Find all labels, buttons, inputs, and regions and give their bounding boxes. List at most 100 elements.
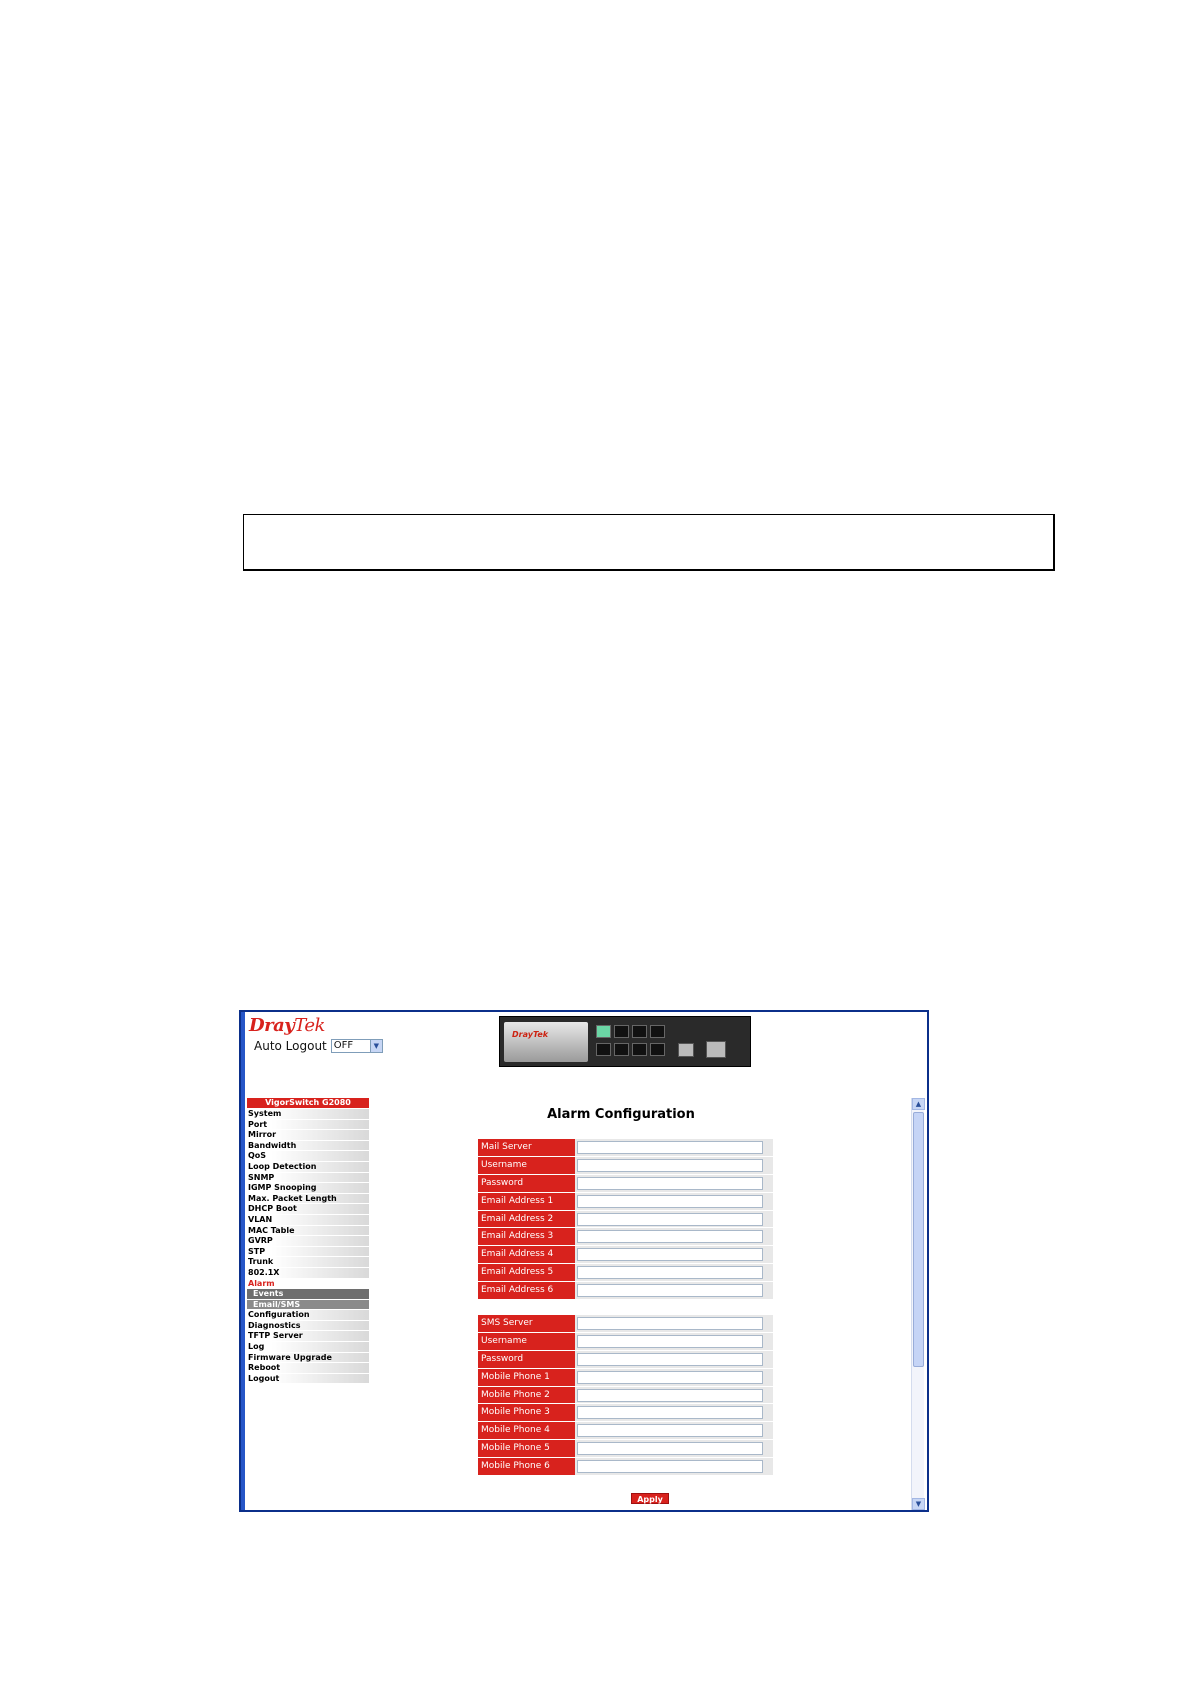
sidebar-subitem-email-sms[interactable]: Email/SMS [247, 1299, 369, 1311]
port-icon [650, 1025, 665, 1038]
sidebar-item-trunk[interactable]: Trunk [247, 1257, 369, 1268]
sidebar-item-dhcp-boot[interactable]: DHCP Boot [247, 1204, 369, 1215]
sidebar-item-stp[interactable]: STP [247, 1246, 369, 1258]
form-row: SMS Server [478, 1315, 773, 1333]
chevron-down-icon[interactable]: ▼ [369, 1040, 382, 1052]
form-row: Mobile Phone 3 [478, 1404, 773, 1423]
field-label: Password [478, 1350, 575, 1369]
field-label: Email Address 4 [478, 1246, 575, 1265]
field-cell [575, 1315, 773, 1333]
username-input[interactable] [577, 1334, 763, 1348]
field-cell [575, 1264, 773, 1283]
sfp-port-icon [706, 1041, 726, 1058]
form-row: Password [478, 1350, 773, 1369]
sidebar-item-igmp-snooping[interactable]: IGMP Snooping [247, 1183, 369, 1194]
form-row: Username [478, 1332, 773, 1351]
scrollbar-thumb[interactable] [913, 1112, 924, 1367]
device-front-plate: DrayTek [504, 1022, 588, 1062]
form-row: Email Address 4 [478, 1246, 773, 1265]
sidebar-item-loop-detection[interactable]: Loop Detection [247, 1161, 369, 1173]
page-title: Alarm Configuration [547, 1107, 695, 1122]
mobile-phone-4-input[interactable] [577, 1424, 763, 1438]
field-cell [575, 1368, 773, 1387]
mobile-phone-3-input[interactable] [577, 1406, 763, 1420]
field-cell [575, 1228, 773, 1247]
field-label: Mobile Phone 1 [478, 1368, 575, 1387]
field-label: Password [478, 1174, 575, 1193]
mobile-phone-1-input[interactable] [577, 1370, 763, 1384]
sidebar-item-bandwidth[interactable]: Bandwidth [247, 1140, 369, 1152]
form-row: Password [478, 1174, 773, 1193]
sidebar-item-configuration[interactable]: Configuration [247, 1310, 369, 1321]
auto-logout-label: Auto Logout [254, 1039, 327, 1053]
sidebar-item-firmware-upgrade[interactable]: Firmware Upgrade [247, 1352, 369, 1364]
draytek-logo: DrayTek [249, 1015, 325, 1036]
mobile-phone-2-input[interactable] [577, 1388, 763, 1402]
field-label: Mobile Phone 3 [478, 1404, 575, 1423]
sidebar-item-alarm[interactable]: Alarm [247, 1278, 369, 1290]
sidebar-item-mirror[interactable]: Mirror [247, 1130, 369, 1141]
field-label: Username [478, 1156, 575, 1175]
scroll-down-icon[interactable]: ▼ [912, 1498, 925, 1510]
email-address-3-input[interactable] [577, 1230, 763, 1244]
mobile-phone-6-input[interactable] [577, 1460, 763, 1474]
email-address-6-input[interactable] [577, 1284, 763, 1298]
sidebar-item-snmp[interactable]: SNMP [247, 1172, 369, 1184]
field-label: Username [478, 1332, 575, 1351]
sidebar-item-logout[interactable]: Logout [247, 1373, 369, 1385]
password-input[interactable] [577, 1352, 763, 1366]
field-cell [575, 1139, 773, 1157]
field-cell [575, 1210, 773, 1229]
email-address-4-input[interactable] [577, 1248, 763, 1262]
scroll-up-icon[interactable]: ▲ [912, 1098, 925, 1110]
sidebar-item-diagnostics[interactable]: Diagnostics [247, 1320, 369, 1332]
field-label: SMS Server [478, 1315, 575, 1333]
email-address-2-input[interactable] [577, 1212, 763, 1226]
sidebar-item-vlan[interactable]: VLAN [247, 1214, 369, 1226]
field-cell [575, 1440, 773, 1459]
field-label: Email Address 6 [478, 1282, 575, 1301]
auto-logout: Auto Logout OFF ▼ [254, 1039, 383, 1053]
password-input[interactable] [577, 1176, 763, 1190]
sidebar-item-system[interactable]: System [247, 1109, 369, 1120]
field-label: Email Address 5 [478, 1264, 575, 1283]
email-address-5-input[interactable] [577, 1266, 763, 1280]
mail-server-input[interactable] [577, 1141, 763, 1154]
apply-button[interactable]: Apply [631, 1493, 669, 1504]
email-address-1-input[interactable] [577, 1194, 763, 1208]
mobile-phone-5-input[interactable] [577, 1442, 763, 1456]
sidebar-item-mac-table[interactable]: MAC Table [247, 1225, 369, 1237]
field-label: Email Address 2 [478, 1210, 575, 1229]
sidebar-item-tftp-server[interactable]: TFTP Server [247, 1331, 369, 1343]
note-box [243, 514, 1055, 571]
sidebar-subitem-events[interactable]: Events [247, 1289, 369, 1300]
username-input[interactable] [577, 1158, 763, 1172]
field-label: Mobile Phone 5 [478, 1440, 575, 1459]
sidebar-item-port[interactable]: Port [247, 1119, 369, 1131]
sidebar-item-max-packet-length[interactable]: Max. Packet Length [247, 1193, 369, 1205]
field-label: Mobile Phone 4 [478, 1422, 575, 1441]
sms-settings-table: SMS Server Username Password Mobile Phone 1… [478, 1315, 773, 1477]
auto-logout-select[interactable]: OFF ▼ [330, 1039, 383, 1053]
sidebar-item-gvrp[interactable]: GVRP [247, 1236, 369, 1247]
sidebar-item-qos[interactable]: QoS [247, 1151, 369, 1162]
field-cell [575, 1332, 773, 1351]
field-cell [575, 1282, 773, 1301]
field-cell [575, 1192, 773, 1211]
port-icon [632, 1025, 647, 1038]
frame-left-edge [241, 1012, 245, 1510]
sms-server-input[interactable] [577, 1317, 763, 1330]
form-row: Mobile Phone 6 [478, 1458, 773, 1477]
field-cell [575, 1458, 773, 1477]
sidebar-item-802-1x[interactable]: 802.1X [247, 1267, 369, 1279]
browser-screenshot: DrayTek Auto Logout OFF ▼ DrayTek VigorS… [239, 1010, 929, 1512]
form-row: Email Address 3 [478, 1228, 773, 1247]
field-cell [575, 1350, 773, 1369]
scrollbar[interactable]: ▲ ▼ [911, 1098, 925, 1510]
form-row: Mobile Phone 5 [478, 1440, 773, 1459]
form-row: Mobile Phone 2 [478, 1386, 773, 1405]
sidebar-header: VigorSwitch G2080 [247, 1098, 369, 1108]
port-icon [650, 1043, 665, 1056]
sidebar-item-reboot[interactable]: Reboot [247, 1363, 369, 1374]
sidebar-item-log[interactable]: Log [247, 1342, 369, 1353]
